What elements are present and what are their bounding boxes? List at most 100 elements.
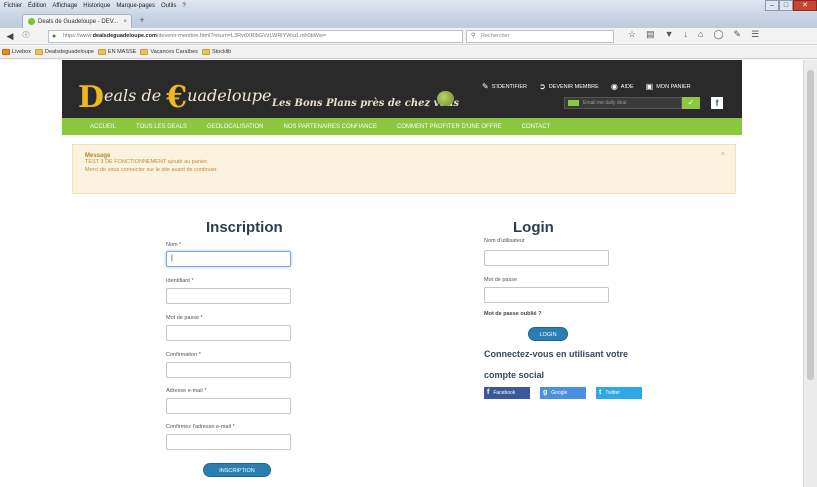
close-window-button[interactable]: ✕ xyxy=(793,0,817,11)
password-input[interactable] xyxy=(166,325,291,341)
confirmation-label: Confirmation * xyxy=(166,352,201,358)
email-confirm-input[interactable] xyxy=(166,434,291,450)
facebook-login-button[interactable]: f Facebook xyxy=(484,387,530,399)
hamburger-menu-icon[interactable]: ☰ xyxy=(751,29,759,40)
confirmation-input[interactable] xyxy=(166,362,291,378)
cart-icon: ▣ xyxy=(645,82,654,91)
menu-fichier[interactable]: Fichier xyxy=(4,3,22,9)
google-login-button[interactable]: g Google xyxy=(540,387,586,399)
envelope-icon xyxy=(568,100,579,106)
facebook-login-label: Facebook xyxy=(493,390,516,396)
message-close-icon[interactable]: × xyxy=(721,151,725,158)
help-link[interactable]: ◉ AIDE xyxy=(611,82,634,91)
menu-item-partenaires[interactable]: NOS PARTENAIRES CONFIANCE xyxy=(284,124,377,130)
scrollbar-thumb[interactable] xyxy=(807,70,814,380)
menu-item-comment-profiter[interactable]: COMMENT PROFITER D'UNE OFFRE xyxy=(397,124,502,130)
folder-icon xyxy=(34,49,43,55)
become-member-link[interactable]: ➲ DEVENIR MEMBRE xyxy=(539,82,599,91)
username-label: Nom d'utilisateur xyxy=(484,238,525,244)
extension-icon[interactable]: ✎ xyxy=(734,29,742,40)
become-member-label: DEVENIR MEMBRE xyxy=(548,83,599,90)
site-logo[interactable]: Deals de €uadeloupe xyxy=(78,80,271,115)
login-password-input[interactable] xyxy=(484,287,609,303)
menu-help[interactable]: ? xyxy=(182,3,185,9)
page-viewport: Deals de €uadeloupe Les Bons Plans près … xyxy=(0,60,803,487)
pencil-icon: ✎ xyxy=(482,82,489,91)
maximize-button[interactable]: □ xyxy=(779,0,793,11)
tab-strip: Deals de Guadeloupe - DEV... × + xyxy=(0,12,817,28)
speech-bubble-icon: ◉ xyxy=(610,82,618,91)
download-icon[interactable]: ↓ xyxy=(684,29,689,40)
main-menu: ACCUEIL TOUS LES DEALS GEOLOCALISATION N… xyxy=(62,118,742,135)
menu-historique[interactable]: Historique xyxy=(83,3,110,9)
pocket-icon[interactable]: ▼ xyxy=(665,29,674,40)
menu-item-contact[interactable]: CONTACT xyxy=(522,124,551,130)
search-icon: ⚲ xyxy=(471,33,476,39)
toolbar-icons: ☆ ▤ ▼ ↓ ⌂ ◯ ✎ ☰ xyxy=(628,29,759,40)
forgot-password-link[interactable]: Mot de passe oublié ? xyxy=(484,311,541,317)
menu-outils[interactable]: Outils xyxy=(161,3,176,9)
bookmark-stocklib[interactable]: Stocklib xyxy=(201,49,232,55)
system-message: Message TEST 3 DE FONCTIONNEMENT ajouté … xyxy=(72,144,736,194)
folder-icon xyxy=(201,49,210,55)
email-input[interactable] xyxy=(166,398,291,414)
login-password-label: Mot de passe xyxy=(484,277,518,283)
logo-text: uadeloupe xyxy=(187,86,272,105)
newsletter-email-input[interactable]: Email me daily deal xyxy=(564,97,682,109)
url-bar[interactable]: ● https://www.dealsdeguadeloupe.com/deve… xyxy=(48,30,463,43)
new-tab-button[interactable]: + xyxy=(136,15,148,26)
header-links: ✎ S'IDENTIFIER ➲ DEVENIR MEMBRE ◉ AIDE ▣ MON… xyxy=(482,82,691,91)
menu-item-accueil[interactable]: ACCUEIL xyxy=(90,124,116,130)
menu-edition[interactable]: Édition xyxy=(28,3,46,9)
login-button[interactable]: LOGIN xyxy=(528,327,568,341)
logo-text: eals xyxy=(104,86,137,105)
menu-item-geolocalisation[interactable]: GEOLOCALISATION xyxy=(207,124,264,130)
identifiant-input[interactable] xyxy=(166,288,291,304)
nom-label: Nom * xyxy=(166,242,182,248)
newsletter-submit-button[interactable]: ✓ xyxy=(682,97,700,109)
inscription-button[interactable]: INSCRIPTION xyxy=(203,463,271,477)
signin-icon: ➲ xyxy=(538,82,546,91)
logo-text: de xyxy=(141,86,162,105)
reading-list-icon[interactable]: ▤ xyxy=(646,29,655,40)
cart-link[interactable]: ▣ MON PANIER xyxy=(646,82,691,91)
bookmark-label: Vacances Caraïbes xyxy=(150,49,198,55)
favicon-icon xyxy=(28,18,35,25)
tab-close-icon[interactable]: × xyxy=(123,19,127,25)
bookmark-dealsdeguadeloupe[interactable]: Dealsdeguadeloupe xyxy=(34,49,94,55)
url-path: /devenir-membre.html?return=L3RvdXRlbGVz… xyxy=(156,33,327,39)
social-login-text-2: compte social xyxy=(484,370,545,380)
message-line-1: TEST 3 DE FONCTIONNEMENT ajouté au panie… xyxy=(85,159,209,165)
twitter-login-button[interactable]: t Twitter xyxy=(596,387,642,399)
tab-title: Deals de Guadeloupe - DEV... xyxy=(38,18,119,25)
bookmark-livebox[interactable]: Livebox xyxy=(2,49,31,55)
cart-label: MON PANIER xyxy=(656,83,691,90)
search-input[interactable]: ⚲ Rechercher xyxy=(466,30,614,43)
menu-marque-pages[interactable]: Marque-pages xyxy=(116,3,155,9)
menu-affichage[interactable]: Affichage xyxy=(52,3,77,9)
identify-link[interactable]: ✎ S'IDENTIFIER xyxy=(482,82,527,91)
vertical-scrollbar[interactable] xyxy=(803,60,817,487)
bookmark-vacances-caraibes[interactable]: Vacances Caraïbes xyxy=(140,49,198,55)
username-input[interactable] xyxy=(484,250,609,266)
folder-icon xyxy=(140,49,149,55)
bookmark-label: Stocklib xyxy=(211,49,232,55)
bookmark-star-icon[interactable]: ☆ xyxy=(628,29,636,40)
sync-icon[interactable]: ◯ xyxy=(713,29,723,40)
tab-deals-de-guadeloupe[interactable]: Deals de Guadeloupe - DEV... × xyxy=(22,14,132,28)
nom-input[interactable]: | xyxy=(166,251,291,267)
shell-logo-icon xyxy=(437,91,454,106)
bookmarks-bar: Livebox Dealsdeguadeloupe EN MASSE Vacan… xyxy=(0,46,817,59)
help-label: AIDE xyxy=(620,83,634,90)
menu-item-tous-les-deals[interactable]: TOUS LES DEALS xyxy=(136,124,187,130)
logo-letter-euro: € xyxy=(166,80,188,115)
google-login-label: Google xyxy=(551,390,568,396)
identity-icon[interactable]: ⓘ xyxy=(20,30,32,42)
facebook-icon[interactable]: f xyxy=(711,97,723,109)
bookmark-en-masse[interactable]: EN MASSE xyxy=(97,49,136,55)
back-arrow-icon[interactable]: ◀ xyxy=(4,30,16,42)
bookmark-label: Livebox xyxy=(12,49,31,55)
minimize-button[interactable]: – xyxy=(765,0,779,11)
home-icon[interactable]: ⌂ xyxy=(698,29,703,40)
newsletter-placeholder: Email me daily deal xyxy=(583,100,627,106)
